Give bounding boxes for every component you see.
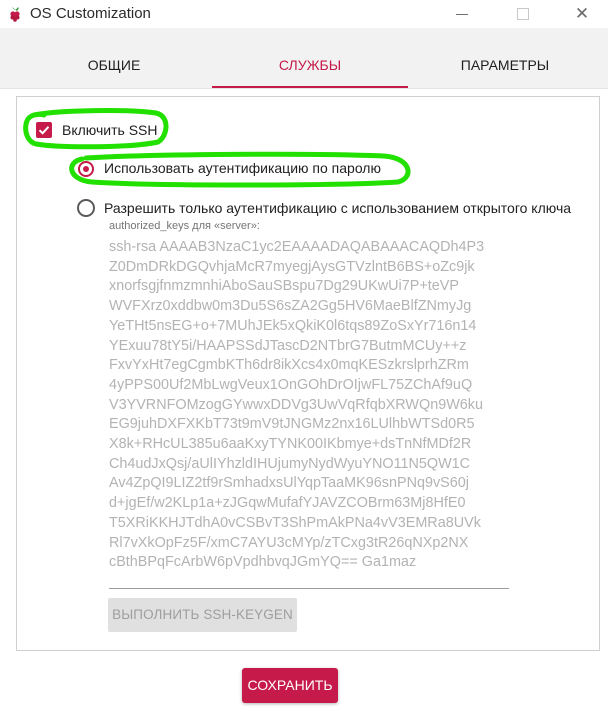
title-bar: OS Customization ✕ bbox=[0, 0, 608, 28]
password-auth-label[interactable]: Использовать аутентификацию по паролю bbox=[104, 160, 381, 176]
enable-ssh-label: Включить SSH bbox=[62, 122, 158, 138]
window-title: OS Customization bbox=[30, 5, 151, 22]
raspberry-icon bbox=[10, 7, 20, 22]
maximize-button[interactable] bbox=[513, 4, 533, 24]
ssh-keygen-button[interactable]: ВЫПОЛНИТЬ SSH-KEYGEN bbox=[108, 598, 297, 632]
checkmark-icon bbox=[38, 126, 50, 135]
save-button[interactable]: СОХРАНИТЬ bbox=[242, 668, 338, 703]
authorized-keys-label: authorized_keys для «server»: bbox=[109, 220, 260, 232]
enable-ssh-checkbox[interactable] bbox=[36, 122, 52, 138]
minimize-icon bbox=[456, 14, 468, 15]
tab-general[interactable]: ОБЩИЕ bbox=[14, 28, 214, 88]
authorized-keys-textarea[interactable]: ssh-rsa AAAAB3NzaC1yc2EAAAADAQABAAACAQDh… bbox=[109, 238, 509, 589]
pubkey-only-radio[interactable] bbox=[77, 199, 95, 217]
maximize-icon bbox=[517, 8, 529, 20]
close-icon: ✕ bbox=[574, 4, 590, 23]
password-auth-radio[interactable] bbox=[78, 161, 94, 177]
tab-services[interactable]: СЛУЖБЫ bbox=[212, 28, 408, 88]
tab-options[interactable]: ПАРАМЕТРЫ bbox=[405, 28, 605, 88]
minimize-button[interactable] bbox=[452, 4, 472, 24]
close-button[interactable]: ✕ bbox=[572, 4, 592, 24]
authorized-keys-text: ssh-rsa AAAAB3NzaC1yc2EAAAADAQABAAACAQDh… bbox=[109, 239, 485, 571]
tab-bar: ОБЩИЕ СЛУЖБЫ ПАРАМЕТРЫ bbox=[0, 28, 608, 89]
pubkey-only-label[interactable]: Разрешить только аутентификацию с исполь… bbox=[104, 200, 571, 216]
